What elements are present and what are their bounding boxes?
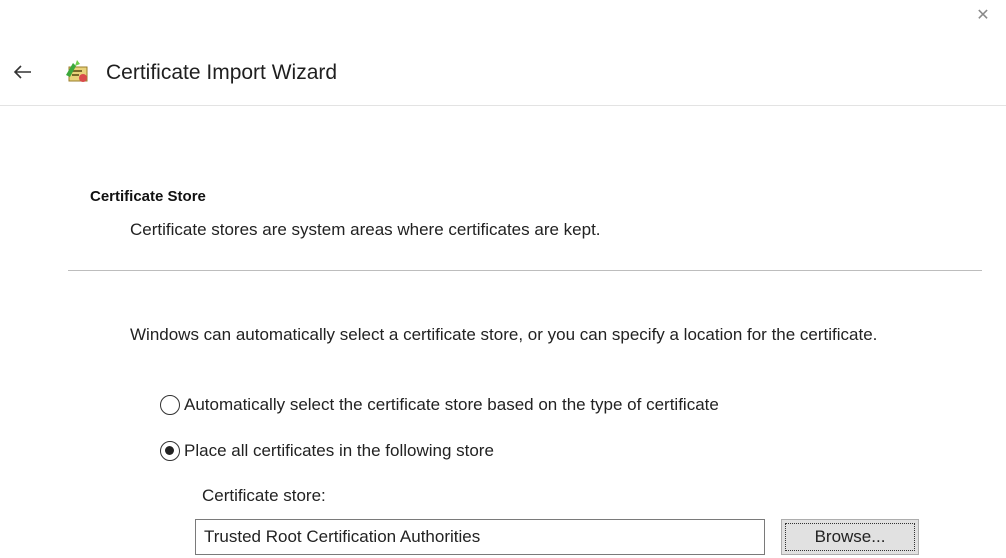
certificate-store-label: Certificate store: (202, 486, 326, 505)
place-in-store-label: Place all certificates in the following … (184, 441, 494, 460)
back-button[interactable] (6, 58, 40, 86)
section-heading: Certificate Store (90, 188, 206, 205)
back-arrow-icon (13, 65, 31, 79)
section-description: Certificate stores are system areas wher… (130, 220, 601, 239)
certificate-import-wizard-window: ✕ Certificate Import Wizard Certificate … (0, 0, 1006, 558)
radio-button-auto[interactable] (160, 395, 180, 415)
wizard-header: Certificate Import Wizard (0, 46, 1006, 106)
auto-select-store-option[interactable]: Automatically select the certificate sto… (160, 395, 719, 415)
divider (68, 270, 982, 271)
radio-button-place[interactable] (160, 441, 180, 461)
browse-button[interactable]: Browse... (781, 519, 919, 555)
intro-text: Windows can automatically select a certi… (130, 325, 878, 344)
wizard-title: Certificate Import Wizard (106, 61, 338, 84)
certificate-wizard-icon (66, 60, 88, 82)
certificate-store-field[interactable]: Trusted Root Certification Authorities (195, 519, 765, 555)
close-icon: ✕ (976, 7, 990, 24)
close-button[interactable]: ✕ (968, 4, 998, 28)
auto-select-store-label: Automatically select the certificate sto… (184, 395, 719, 414)
place-in-store-option[interactable]: Place all certificates in the following … (160, 441, 494, 461)
